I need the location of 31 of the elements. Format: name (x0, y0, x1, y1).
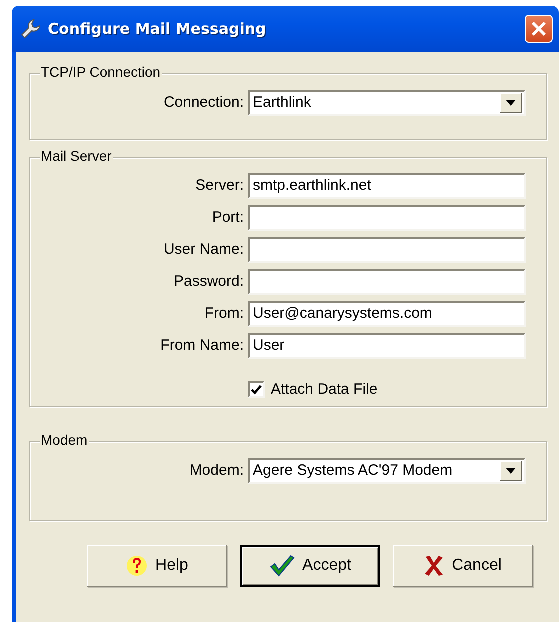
close-button[interactable] (525, 15, 553, 43)
accept-button[interactable]: Accept (240, 545, 380, 587)
input-field[interactable] (248, 236, 526, 262)
field-label: Modem: (188, 462, 245, 479)
group-title: Modem (40, 432, 89, 448)
checkbox-label: Attach Data File (271, 381, 378, 398)
wrench-icon (20, 18, 42, 40)
cancel-button[interactable]: Cancel (393, 545, 533, 587)
dropdown[interactable]: Agere Systems AC'97 Modem (248, 458, 526, 484)
close-icon (530, 20, 548, 38)
group-title: TCP/IP Connection (40, 64, 162, 80)
field-label: From Name: (160, 337, 245, 354)
input-field[interactable] (248, 268, 526, 294)
dropdown[interactable]: Earthlink (248, 90, 526, 116)
input-field[interactable]: smtp.earthlink.net (248, 172, 526, 198)
field-label: Password: (172, 273, 245, 290)
x-icon (424, 555, 444, 577)
field-label: Connection: (162, 94, 245, 111)
field-label: From: (204, 305, 245, 322)
input-field[interactable] (248, 204, 526, 230)
group-title: Mail Server (40, 148, 113, 164)
help-button[interactable]: Help (87, 545, 227, 587)
checkmark-icon (268, 554, 295, 578)
window-title: Configure Mail Messaging (48, 20, 268, 38)
input-field[interactable]: User (248, 332, 526, 358)
field-label: Port: (211, 209, 245, 226)
checkbox[interactable] (248, 381, 265, 398)
input-field[interactable]: User@canarysystems.com (248, 300, 526, 326)
field-label: User Name: (162, 241, 245, 258)
field-label: Server: (194, 177, 245, 194)
help-icon (126, 555, 148, 577)
